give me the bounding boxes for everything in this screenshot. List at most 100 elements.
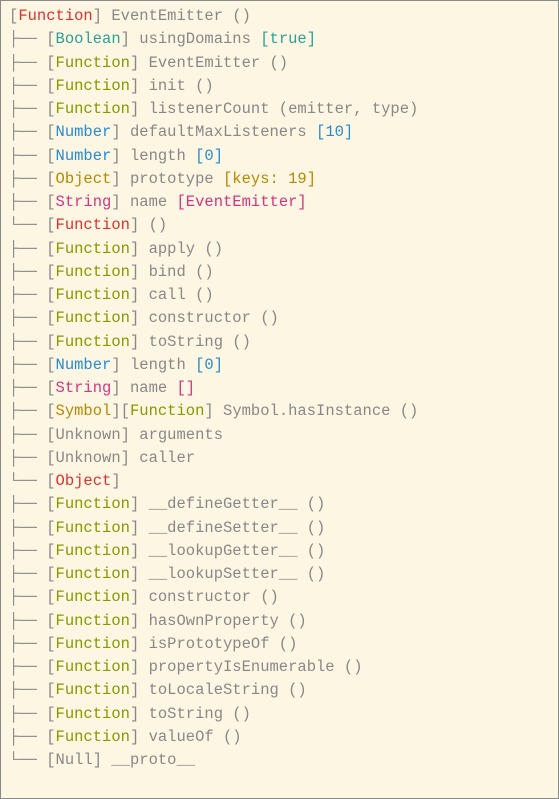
property-value: [0] bbox=[195, 356, 223, 374]
tree-node[interactable]: ├── [Function] hasOwnProperty () bbox=[9, 610, 550, 633]
property-suffix: () bbox=[251, 309, 279, 327]
tree-node[interactable]: [Function] EventEmitter () bbox=[9, 5, 550, 28]
type-tag: String bbox=[56, 193, 112, 211]
property-name: name bbox=[130, 379, 167, 397]
property-name: hasOwnProperty bbox=[149, 612, 279, 630]
property-suffix bbox=[186, 356, 195, 374]
property-suffix: () bbox=[251, 588, 279, 606]
tree-node[interactable]: └── [Null] __proto__ bbox=[9, 749, 550, 772]
tree-node[interactable]: └── [Object] bbox=[9, 470, 550, 493]
tree-node[interactable]: └── [Function] () bbox=[9, 214, 550, 237]
tree-branch-prefix: ├── bbox=[9, 495, 46, 513]
type-tag: Function bbox=[56, 565, 130, 583]
tree-node[interactable]: ├── [Function] constructor () bbox=[9, 307, 550, 330]
type-tag: Number bbox=[56, 147, 112, 165]
property-name: init bbox=[149, 77, 186, 95]
type-tag: Function bbox=[56, 519, 130, 537]
tree-node[interactable]: ├── [Number] length [0] bbox=[9, 354, 550, 377]
tree-branch-prefix: ├── bbox=[9, 728, 46, 746]
type-tag: Function bbox=[56, 240, 130, 258]
tree-node[interactable]: ├── [Function] valueOf () bbox=[9, 726, 550, 749]
tree-node[interactable]: ├── [Function] toLocaleString () bbox=[9, 679, 550, 702]
tree-node[interactable]: ├── [Function] toString () bbox=[9, 331, 550, 354]
property-suffix: () bbox=[149, 216, 168, 234]
property-suffix bbox=[251, 30, 260, 48]
tree-branch-prefix: ├── bbox=[9, 356, 46, 374]
property-name: defaultMaxListeners bbox=[130, 123, 307, 141]
tree-branch-prefix: └── bbox=[9, 216, 46, 234]
tree-node[interactable]: ├── [Object] prototype [keys: 19] bbox=[9, 168, 550, 191]
property-suffix bbox=[307, 123, 316, 141]
tree-node[interactable]: ├── [Boolean] usingDomains [true] bbox=[9, 28, 550, 51]
property-suffix: () bbox=[270, 635, 298, 653]
tree-node[interactable]: ├── [Function] listenerCount (emitter, t… bbox=[9, 98, 550, 121]
tree-node[interactable]: ├── [Number] defaultMaxListeners [10] bbox=[9, 121, 550, 144]
property-name: name bbox=[130, 193, 167, 211]
tree-branch-prefix: └── bbox=[9, 751, 46, 769]
property-name: apply bbox=[149, 240, 196, 258]
tree-node[interactable]: ├── [Symbol][Function] Symbol.hasInstanc… bbox=[9, 400, 550, 423]
tree-node[interactable]: ├── [String] name [EventEmitter] bbox=[9, 191, 550, 214]
tree-node[interactable]: ├── [Function] __defineGetter__ () bbox=[9, 493, 550, 516]
property-name: listenerCount bbox=[149, 100, 270, 118]
type-tag: Function bbox=[56, 263, 130, 281]
property-name: Symbol.hasInstance bbox=[223, 402, 390, 420]
tree-node[interactable]: ├── [Function] __defineSetter__ () bbox=[9, 517, 550, 540]
tree-node[interactable]: ├── [Function] propertyIsEnumerable () bbox=[9, 656, 550, 679]
property-name: EventEmitter bbox=[149, 54, 261, 72]
type-tag: Function bbox=[56, 495, 130, 513]
property-name: isPrototypeOf bbox=[149, 635, 270, 653]
tree-branch-prefix: ├── bbox=[9, 426, 46, 444]
property-suffix: () bbox=[297, 542, 325, 560]
property-value: [] bbox=[177, 379, 196, 397]
tree-node[interactable]: ├── [Unknown] caller bbox=[9, 447, 550, 470]
tree-branch-prefix: ├── bbox=[9, 54, 46, 72]
tree-branch-prefix: ├── bbox=[9, 170, 46, 188]
tree-node[interactable]: ├── [String] name [] bbox=[9, 377, 550, 400]
property-suffix: () bbox=[279, 612, 307, 630]
tree-branch-prefix: ├── bbox=[9, 542, 46, 560]
property-suffix bbox=[186, 147, 195, 165]
tree-node[interactable]: ├── [Function] toString () bbox=[9, 703, 550, 726]
property-suffix: () bbox=[223, 705, 251, 723]
property-name: prototype bbox=[130, 170, 214, 188]
property-name: valueOf bbox=[149, 728, 214, 746]
tree-node[interactable]: ├── [Function] constructor () bbox=[9, 586, 550, 609]
tree-node[interactable]: ├── [Function] __lookupGetter__ () bbox=[9, 540, 550, 563]
tree-node[interactable]: ├── [Function] __lookupSetter__ () bbox=[9, 563, 550, 586]
tree-node[interactable]: ├── [Number] length [0] bbox=[9, 145, 550, 168]
type-tag: Object bbox=[56, 472, 112, 490]
tree-branch-prefix: ├── bbox=[9, 612, 46, 630]
property-value: [true] bbox=[260, 30, 316, 48]
property-suffix bbox=[167, 379, 176, 397]
tree-branch-prefix: ├── bbox=[9, 635, 46, 653]
property-value: [10] bbox=[316, 123, 353, 141]
property-suffix: () bbox=[186, 263, 214, 281]
tree-node[interactable]: ├── [Function] apply () bbox=[9, 238, 550, 261]
property-suffix: () bbox=[335, 658, 363, 676]
property-name: __lookupGetter__ bbox=[149, 542, 298, 560]
type-tag: Function bbox=[56, 309, 130, 327]
type-tag: Function bbox=[56, 542, 130, 560]
tree-node[interactable]: ├── [Function] EventEmitter () bbox=[9, 52, 550, 75]
type-tag: Function bbox=[56, 286, 130, 304]
type-tag: Function bbox=[130, 402, 204, 420]
tree-branch-prefix: ├── bbox=[9, 402, 46, 420]
tree-node[interactable]: ├── [Unknown] arguments bbox=[9, 424, 550, 447]
type-tag: Function bbox=[56, 658, 130, 676]
property-suffix: () bbox=[186, 77, 214, 95]
tree-branch-prefix: ├── bbox=[9, 309, 46, 327]
tree-node[interactable]: ├── [Function] bind () bbox=[9, 261, 550, 284]
property-suffix: () bbox=[297, 565, 325, 583]
tree-branch-prefix: └── bbox=[9, 472, 46, 490]
tree-branch-prefix: ├── bbox=[9, 100, 46, 118]
tree-node[interactable]: ├── [Function] isPrototypeOf () bbox=[9, 633, 550, 656]
tree-node[interactable]: ├── [Function] call () bbox=[9, 284, 550, 307]
property-name: length bbox=[130, 356, 186, 374]
tree-branch-prefix: ├── bbox=[9, 286, 46, 304]
property-name: length bbox=[130, 147, 186, 165]
tree-node[interactable]: ├── [Function] init () bbox=[9, 75, 550, 98]
property-name: constructor bbox=[149, 309, 251, 327]
type-tag: Function bbox=[56, 705, 130, 723]
property-name: __defineGetter__ bbox=[149, 495, 298, 513]
